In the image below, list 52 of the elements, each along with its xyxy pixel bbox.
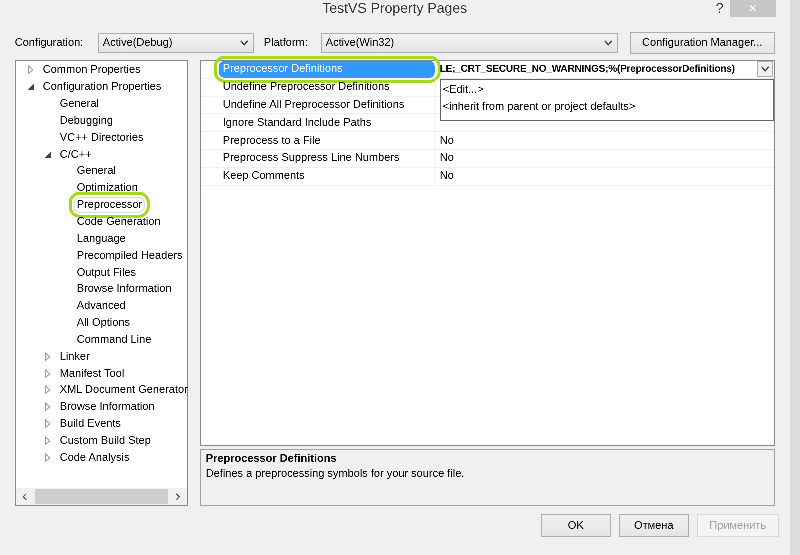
tree-item[interactable]: Build Events (57, 416, 124, 432)
property-name[interactable]: Keep Comments (219, 168, 436, 185)
tree-item[interactable]: Advanced (74, 298, 129, 314)
tree-item[interactable]: XML Document Generator (57, 382, 191, 398)
tree-item[interactable]: Configuration Properties (40, 79, 165, 96)
tree-item[interactable]: Browse Information (57, 399, 158, 416)
window-title: TestVS Property Pages (322, 0, 468, 16)
horizontal-scrollbar[interactable] (16, 488, 187, 505)
dialog-button[interactable]: Отмена (619, 514, 689, 537)
tree-item[interactable]: Language (74, 230, 129, 247)
platform-label: Platform: (264, 37, 310, 49)
tree-item[interactable]: Debugging (57, 112, 116, 129)
configuration-label: Configuration: (15, 37, 84, 49)
tree-item[interactable]: VC++ Directories (57, 130, 147, 146)
chevron-down-icon (760, 66, 770, 72)
tree-item[interactable]: Linker (57, 348, 93, 365)
configuration-dropdown[interactable]: Active(Debug) (98, 33, 254, 53)
scroll-right-icon[interactable] (174, 492, 182, 500)
dialog-button[interactable]: OK (541, 514, 611, 537)
configuration-manager-button[interactable]: Configuration Manager... (630, 32, 775, 54)
tree-item[interactable]: Manifest Tool (57, 366, 128, 382)
dropdown-option[interactable]: <inherit from parent or project defaults> (443, 99, 771, 116)
property-name[interactable]: Preprocess Suppress Line Numbers (219, 150, 436, 167)
property-name[interactable]: Undefine All Preprocessor Definitions (219, 96, 436, 114)
property-value: No (440, 134, 454, 147)
tree-item[interactable]: All Options (74, 315, 134, 332)
description-title: Preprocessor Definitions (206, 453, 338, 466)
help-button[interactable]: ? (712, 0, 728, 16)
tree-item[interactable]: General (57, 96, 102, 112)
tree-item[interactable]: Command Line (74, 332, 155, 348)
tree-item[interactable]: Custom Build Step (57, 432, 154, 449)
tree-item[interactable]: Code Analysis (57, 450, 133, 466)
tree-item[interactable]: Code Generation (74, 214, 164, 230)
tree-item[interactable]: Common Properties (40, 62, 144, 78)
chevron-down-icon (604, 40, 613, 46)
property-value: No (440, 170, 454, 182)
tree-item[interactable]: Precompiled Headers (74, 248, 186, 264)
tree-item[interactable]: Optimization (74, 180, 142, 196)
property-name[interactable]: Ignore Standard Include Paths (219, 114, 436, 132)
scroll-left-icon[interactable] (21, 492, 29, 500)
dropdown-option[interactable]: <Edit...> (443, 82, 771, 99)
chevron-down-icon (240, 40, 249, 46)
tree-item[interactable]: C/C++ (57, 146, 95, 163)
property-name[interactable]: Undefine Preprocessor Definitions (219, 78, 436, 96)
tree-item[interactable]: Output Files (74, 264, 140, 281)
property-value: No (440, 152, 454, 164)
tree-item[interactable]: Browse Information (74, 281, 175, 298)
platform-dropdown[interactable]: Active(Win32) (321, 33, 618, 53)
property-name[interactable]: Preprocess to a File (219, 132, 436, 149)
description-text: Defines a preprocessing symbols for your source file. (206, 468, 466, 480)
dropdown-button[interactable] (757, 61, 773, 78)
tree-item[interactable]: General (74, 163, 120, 180)
